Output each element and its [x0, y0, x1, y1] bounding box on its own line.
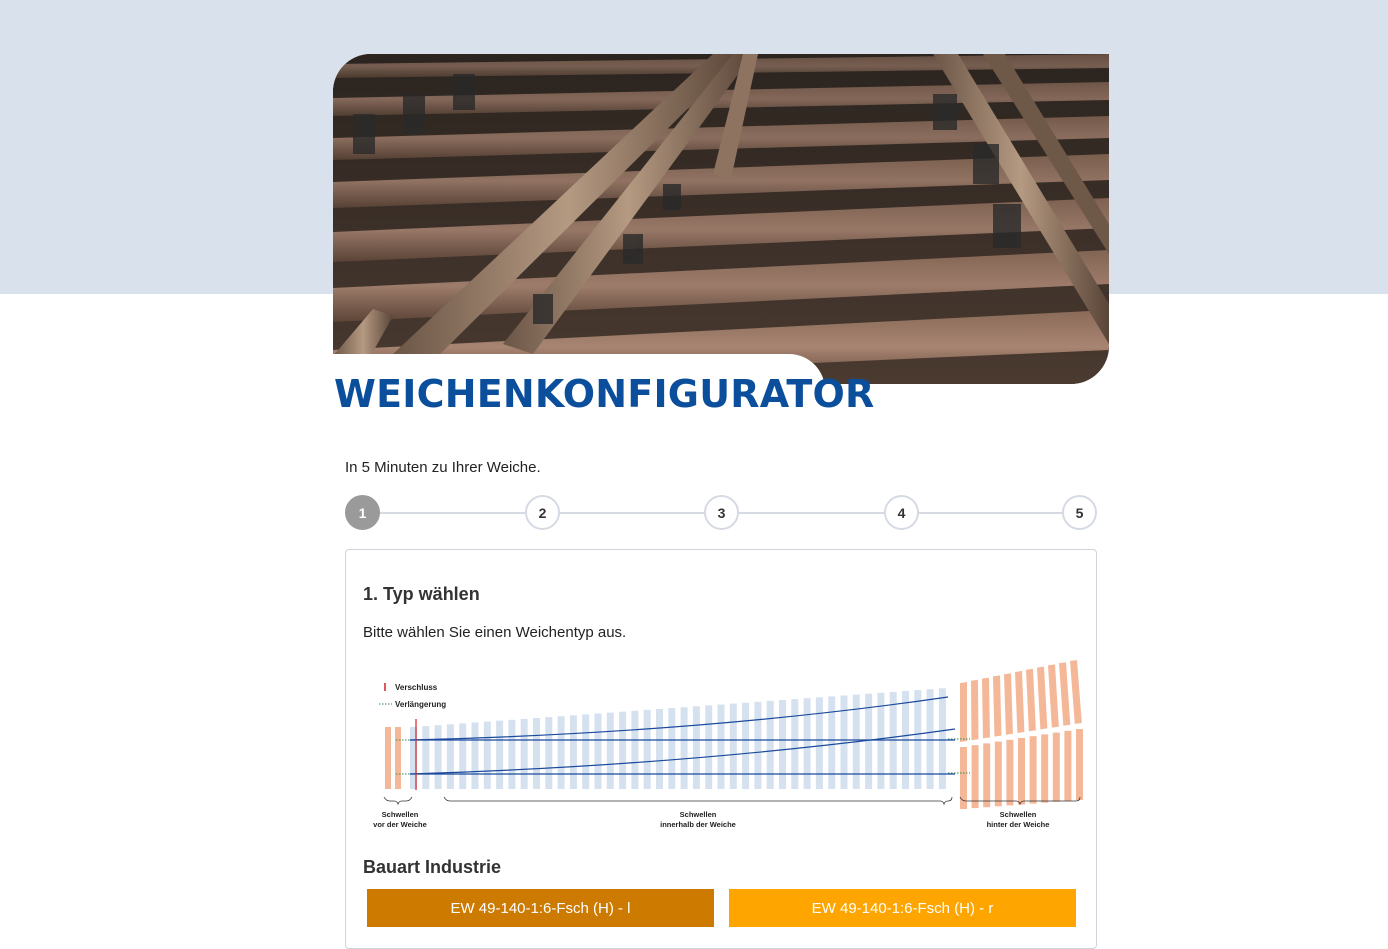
sleeper-within [729, 703, 737, 789]
sleeper-within [557, 716, 565, 789]
step-card: 1. Typ wählen Bitte wählen Sie einen Wei… [345, 549, 1097, 949]
step-4[interactable]: 4 [884, 495, 919, 530]
sleeper-after [1004, 673, 1013, 735]
step-1[interactable]: 1 [345, 495, 380, 530]
section-title-bauart: Bauart Industrie [363, 857, 502, 877]
sleeper-before [395, 727, 401, 789]
label-after-1: Schwellen [1000, 810, 1037, 819]
sleeper-within [434, 725, 442, 789]
switch-diagram: Verschluss Verlängerung Schwellen vor de… [370, 655, 1090, 837]
sleeper-before [385, 727, 391, 789]
sleeper-after [1076, 729, 1083, 800]
sleeper-within [668, 708, 676, 789]
sleeper-within [680, 707, 688, 789]
sleeper-after [1026, 668, 1036, 732]
option-right-switch-button[interactable]: EW 49-140-1:6-Fsch (H) - r [729, 889, 1076, 927]
sleeper-within [791, 699, 799, 789]
sleeper-within [643, 709, 651, 789]
sleeper-after [1041, 734, 1049, 803]
sleeper-after [993, 675, 1002, 737]
sleeper-within [459, 723, 467, 789]
sleeper-within [717, 704, 725, 789]
sleeper-after [1064, 730, 1072, 801]
sleeper-within [779, 700, 786, 789]
legend-extension-label: Verlängerung [395, 700, 446, 709]
label-before-1: Schwellen [382, 810, 419, 819]
sleeper-within [545, 717, 553, 789]
sleeper-within [582, 714, 590, 789]
sleeper-after [982, 677, 990, 739]
sleeper-within [754, 701, 762, 789]
label-within-2: innerhalb der Weiche [660, 820, 736, 829]
sleeper-after [1015, 671, 1025, 733]
sleeper-within [705, 705, 713, 789]
sleeper-after [960, 682, 967, 742]
step-2[interactable]: 2 [525, 495, 560, 530]
sleeper-within [533, 718, 540, 789]
sleeper-within [422, 726, 430, 789]
sleeper-after [1059, 662, 1071, 726]
sleeper-within [446, 724, 454, 789]
option-left-switch-button[interactable]: EW 49-140-1:6-Fsch (H) - l [367, 889, 714, 927]
sleeper-within [606, 712, 614, 789]
progress-stepper: 1 2 3 4 5 [345, 495, 1097, 531]
sleeper-within [828, 696, 836, 789]
legend-lock-label: Verschluss [395, 683, 438, 692]
sleeper-after [971, 679, 979, 741]
sleeper-within [496, 720, 504, 789]
sleeper-within [815, 697, 823, 789]
sleeper-after [960, 747, 967, 809]
sleeper-within [619, 711, 627, 789]
label-after-2: hinter der Weiche [987, 820, 1050, 829]
label-within-1: Schwellen [680, 810, 717, 819]
step-instruction: Bitte wählen Sie einen Weichentyp aus. [363, 624, 627, 641]
sleeper-after [983, 743, 991, 808]
sleeper-within [742, 702, 750, 789]
step-5[interactable]: 5 [1062, 495, 1097, 530]
sleeper-within [766, 700, 774, 789]
sleeper-within [471, 722, 479, 789]
sleeper-within [594, 713, 602, 789]
hero-image-railway-switch [333, 54, 1109, 384]
tagline: In 5 Minuten zu Ihrer Weiche. [345, 459, 541, 476]
sleeper-after [994, 741, 1002, 807]
brace-within [443, 796, 953, 806]
sleeper-after [1048, 664, 1059, 728]
sleeper-within [656, 709, 663, 789]
sleeper-within [803, 698, 811, 789]
sleeper-after [1006, 739, 1014, 806]
sleeper-within [631, 710, 639, 789]
sleeper-after [1029, 736, 1037, 804]
sleeper-within [569, 715, 577, 789]
sleeper-after [1070, 660, 1082, 724]
sleeper-after [1052, 732, 1060, 802]
page-title: WEICHENKONFIGURATOR [334, 372, 875, 416]
sleeper-within [520, 718, 528, 789]
sleeper-after [971, 745, 979, 809]
label-before-2: vor der Weiche [373, 820, 427, 829]
step-3[interactable]: 3 [704, 495, 739, 530]
step-title: 1. Typ wählen [363, 584, 480, 604]
sleeper-after [1037, 666, 1048, 730]
sleeper-after [1018, 738, 1025, 805]
sleeper-within [692, 706, 700, 789]
sleeper-within [508, 719, 516, 789]
sleeper-within [483, 721, 491, 789]
brace-before [383, 796, 413, 806]
sleeper-within [840, 695, 848, 789]
